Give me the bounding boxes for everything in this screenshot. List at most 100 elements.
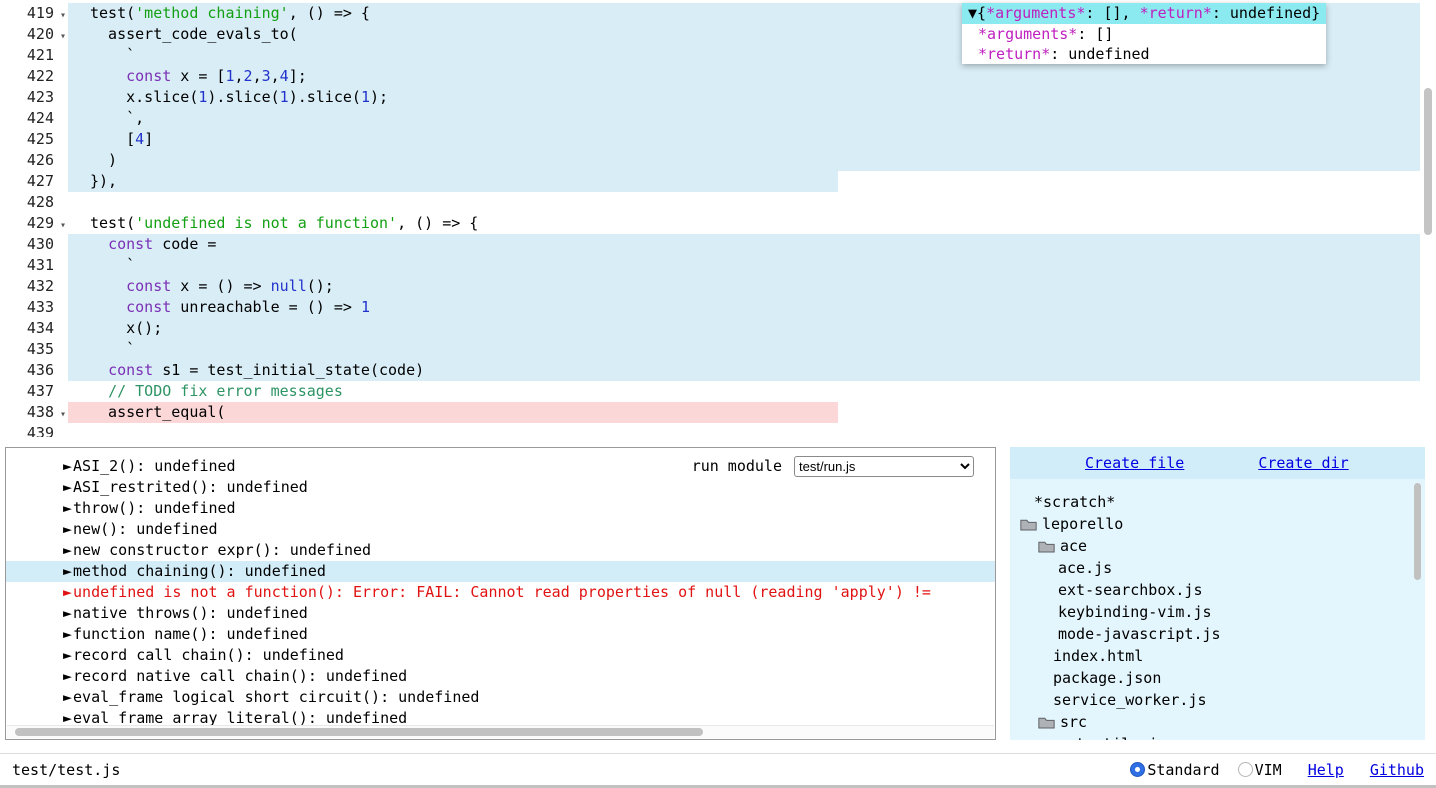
code-content[interactable]: x.slice(1).slice(1).slice(1); [68,87,1436,108]
test-result-item[interactable]: ►ASI_restrited(): undefined [6,477,995,498]
code-content[interactable]: `, [68,108,1436,129]
test-result-item[interactable]: ►new constructor expr(): undefined [6,540,995,561]
line-gutter: 425 [0,129,68,150]
eval-tooltip-header[interactable]: ▼{*arguments*: [], *return*: undefined} [962,3,1326,24]
line-gutter: 438 ▾ [0,402,68,423]
file-tree-folder[interactable]: src [1010,711,1425,733]
expander-icon[interactable]: ► [63,520,72,538]
code-content[interactable] [68,423,1436,437]
file-tree-item[interactable]: keybinding-vim.js [1010,601,1425,623]
radio-standard-label[interactable]: Standard [1147,761,1219,779]
code-line: 429▾test('undefined is not a function', … [0,213,1436,234]
code-token: ] [144,130,153,148]
code-content[interactable]: const s1 = test_initial_state(code) [68,360,1436,381]
file-tree-item[interactable]: ast_utils.js [1010,733,1425,740]
code-token: *arguments* [986,4,1085,22]
test-result-text: new(): undefined [73,520,218,538]
code-text: x(); [68,318,1436,339]
fold-toggle-icon[interactable]: ▾ [60,5,66,26]
file-tree-item[interactable]: ace.js [1010,557,1425,579]
line-gutter: 429▾ [0,213,68,234]
expander-icon[interactable]: ► [63,478,72,496]
code-line: 432 const x = () => null(); [0,276,1436,297]
line-gutter: 421 [0,45,68,66]
file-tree-scrollbar-thumb[interactable] [1414,483,1421,580]
code-content[interactable]: const x = [1,2,3,4]; [68,66,1436,87]
code-line: 428 [0,192,1436,213]
file-tree-folder[interactable]: ace [1010,535,1425,557]
line-number: 423 [27,87,54,108]
eval-tooltip[interactable]: ▼{*arguments*: [], *return*: undefined} … [962,3,1326,64]
test-result-item[interactable]: ►throw(): undefined [6,498,995,519]
keybinding-option-vim[interactable]: VIM [1238,761,1282,779]
fold-toggle-icon[interactable]: ▾ [60,404,66,425]
test-result-item[interactable]: ►method chaining(): undefined [6,561,995,582]
horizontal-scrollbar[interactable] [7,725,994,738]
code-token: 'method chaining' [135,4,289,22]
file-tree-item[interactable]: *scratch* [1010,491,1425,513]
run-module-select[interactable]: test/run.js [794,456,974,477]
code-line: 435 ` [0,339,1436,360]
horizontal-scrollbar-thumb[interactable] [15,728,703,736]
file-tree-item[interactable]: service_worker.js [1010,689,1425,711]
code-content[interactable]: // TODO fix error messages [68,381,1436,402]
expander-icon[interactable]: ► [63,562,72,580]
expander-icon[interactable]: ► [63,541,72,559]
fold-toggle-icon[interactable]: ▾ [60,26,66,47]
test-result-item[interactable]: ►record native call chain(): undefined [6,666,995,687]
fold-toggle-icon[interactable]: ▾ [60,215,66,236]
help-link[interactable]: Help [1308,761,1344,779]
expander-icon[interactable]: ► [63,583,72,601]
code-token [90,382,108,400]
code-content[interactable]: assert_equal( [68,402,1436,423]
github-link[interactable]: Github [1370,761,1424,779]
file-tree-item[interactable]: index.html [1010,645,1425,667]
code-token [90,277,126,295]
code-editor[interactable]: 419▾test('method chaining', () => {420▾ … [0,0,1436,437]
code-content[interactable] [68,192,1436,213]
file-tree-item[interactable]: ext-searchbox.js [1010,579,1425,601]
test-result-text: method chaining(): undefined [73,562,326,580]
test-result-item[interactable]: ►eval_frame logical short circuit(): und… [6,687,995,708]
code-content[interactable]: const x = () => null(); [68,276,1436,297]
expander-icon[interactable]: ► [63,667,72,685]
test-result-item[interactable]: ►function name(): undefined [6,624,995,645]
file-tree-item[interactable]: mode-javascript.js [1010,623,1425,645]
code-content[interactable]: ` [68,339,1436,360]
file-name: ace [1060,536,1087,557]
test-result-item[interactable]: ►undefined is not a function(): Error: F… [6,582,995,603]
code-content[interactable]: [4] [68,129,1436,150]
expander-icon[interactable]: ► [63,604,72,622]
test-result-item[interactable]: ►new(): undefined [6,519,995,540]
code-content[interactable]: const unreachable = () => 1 [68,297,1436,318]
line-number: 438 [27,402,54,423]
line-number: 430 [27,234,54,255]
code-content[interactable]: }), [68,171,1436,192]
radio-vim[interactable] [1238,762,1253,777]
code-token: ]; [289,67,307,85]
file-tree-item[interactable]: package.json [1010,667,1425,689]
radio-vim-label[interactable]: VIM [1255,761,1282,779]
code-line: 431 ` [0,255,1436,276]
keybinding-option-standard[interactable]: Standard [1130,761,1219,779]
code-content[interactable]: ) [68,150,1436,171]
code-content[interactable]: test('undefined is not a function', () =… [68,213,1436,234]
create-file-link[interactable]: Create file [1085,453,1184,474]
expander-icon[interactable]: ► [63,457,72,475]
expander-icon[interactable]: ► [63,646,72,664]
expander-icon[interactable]: ► [63,625,72,643]
code-token: 2 [244,67,253,85]
expander-icon[interactable]: ► [63,499,72,517]
test-result-item[interactable]: ►native throws(): undefined [6,603,995,624]
expander-icon[interactable]: ► [63,688,72,706]
line-gutter: 430 [0,234,68,255]
editor-scrollbar-thumb[interactable] [1424,88,1432,235]
file-name: service_worker.js [1053,690,1207,711]
code-content[interactable]: const code = [68,234,1436,255]
radio-standard[interactable] [1130,762,1145,777]
code-content[interactable]: ` [68,255,1436,276]
code-content[interactable]: x(); [68,318,1436,339]
file-tree-folder[interactable]: leporello [1010,513,1425,535]
create-dir-link[interactable]: Create dir [1258,453,1348,474]
test-result-item[interactable]: ►record call chain(): undefined [6,645,995,666]
